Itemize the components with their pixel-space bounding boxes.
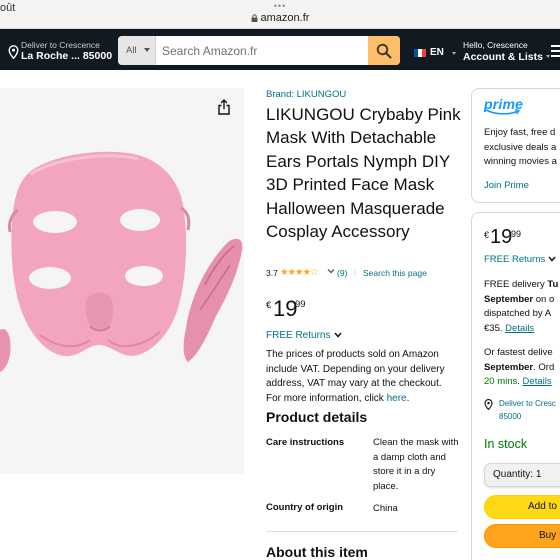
free-returns-label: FREE Returns [266, 330, 331, 341]
fastest-delivery-month: September [484, 361, 534, 373]
price-currency: € [484, 230, 490, 240]
search-category-label: All [126, 45, 137, 56]
prime-logo: prime [484, 96, 523, 116]
care-instructions-value: Clean the mask with a damp cloth and sto… [373, 437, 459, 493]
add-to-cart-button[interactable]: Add to [484, 495, 560, 519]
account-greeting: Hello, Crescence [463, 40, 528, 50]
url-text: amazon.fr [260, 12, 310, 24]
share-icon[interactable] [217, 99, 231, 115]
section-divider [266, 531, 458, 532]
price-fraction: 99 [511, 229, 522, 239]
location-pin-icon [8, 45, 19, 59]
delivery-date: Tu [547, 279, 559, 290]
rating-value: 3.7 [266, 268, 278, 278]
quantity-label: Quantity: [493, 469, 534, 480]
caret-down-icon [144, 48, 150, 52]
vat-end: . [406, 392, 410, 404]
account-menu[interactable]: Hello, Crescence Account & Lists [463, 40, 550, 63]
free-returns-link[interactable]: FREE Returns [266, 330, 343, 341]
vat-notice: The prices of products sold on Amazon in… [266, 348, 458, 406]
prime-description: Enjoy fast, free d exclusive deals a win… [484, 126, 560, 170]
free-returns-label: FREE Returns [484, 254, 546, 265]
delivery-info: FREE delivery Tu September on o dispatch… [484, 278, 560, 336]
rating-count-link[interactable]: (9) [337, 268, 347, 278]
search-this-page-link[interactable]: Search this page [363, 268, 427, 278]
chevron-down-icon [334, 332, 343, 338]
stock-status: In stock [484, 437, 528, 451]
deliver-to-address: La Roche ... 85000 [21, 50, 113, 62]
buybox-free-returns-link[interactable]: FREE Returns [484, 254, 556, 265]
caret-down-icon [545, 55, 550, 58]
price-whole: 19 [273, 296, 298, 321]
quantity-value: 1 [535, 469, 542, 480]
prime-line-2: exclusive deals a [484, 141, 557, 153]
search-bar: All [118, 36, 400, 65]
vat-here-link[interactable]: here [387, 393, 407, 404]
address-bar[interactable]: amazon.fr [0, 12, 560, 24]
order-within-countdown: 20 mins [484, 376, 518, 388]
search-button[interactable] [368, 36, 400, 65]
about-item-heading: About this item [266, 544, 368, 560]
join-prime-link[interactable]: Join Prime [484, 180, 529, 191]
chevron-down-icon[interactable] [327, 267, 335, 275]
product-title: LIKUNGOU Crybaby Pink Mask With Detachab… [266, 105, 461, 242]
tab-overview-icon[interactable]: ••• [0, 2, 560, 11]
vat-text: The prices of products sold on Amazon in… [266, 349, 445, 404]
account-lists-label: Account & Lists [463, 51, 543, 63]
fastest-delivery-info: Or fastest delive September. Ord 20 mins… [484, 346, 560, 390]
chevron-down-icon [548, 256, 556, 262]
fastest-delivery-text: . Ord [533, 361, 555, 373]
france-flag-icon [414, 49, 426, 57]
search-category-dropdown[interactable]: All [118, 36, 156, 65]
care-instructions-label: Care instructions [266, 437, 345, 448]
menu-icon[interactable] [551, 45, 560, 57]
quantity-dropdown[interactable]: Quantity: 1 [484, 463, 560, 487]
rating-separator: | [354, 267, 357, 277]
deliver-to-postcode: 85000 [499, 411, 522, 421]
delivery-text: FREE delivery [484, 279, 548, 290]
country-of-origin-label: Country of origin [266, 502, 344, 513]
prime-line-1: Enjoy fast, free d [484, 127, 556, 138]
search-input[interactable] [156, 36, 368, 65]
buy-now-button[interactable]: Buy I [484, 524, 560, 548]
delivery-month: September [484, 293, 534, 305]
brand-link[interactable]: Brand: LIKUNGOU [266, 89, 346, 100]
deliver-to-location[interactable]: Deliver to Crescence La Roche ... 85000 [8, 39, 114, 63]
lock-icon [251, 14, 258, 22]
product-image[interactable] [0, 150, 244, 410]
price-whole: 19 [490, 226, 513, 248]
product-details-heading: Product details [266, 409, 368, 425]
location-pin-icon [484, 399, 493, 410]
delivery-threshold: €35. [484, 322, 506, 334]
browser-toolbar: oût ••• amazon.fr [0, 0, 560, 29]
delivery-text: dispatched by A [484, 308, 552, 320]
caret-down-icon [452, 52, 456, 55]
deliver-to-name: Deliver to Cresc [499, 399, 556, 408]
delivery-details-link[interactable]: Details [505, 323, 534, 334]
deliver-to-label: Deliver to Crescence [21, 40, 100, 50]
prime-line-3: winning movies a [484, 156, 557, 168]
price-fraction: 99 [295, 299, 306, 310]
star-rating[interactable]: ★★★★☆ [280, 267, 319, 278]
price-currency: € [266, 300, 272, 311]
fastest-details-link[interactable]: Details [523, 376, 552, 387]
search-icon [376, 43, 392, 59]
delivery-text: on o [533, 293, 555, 305]
language-code: EN [430, 47, 444, 58]
fastest-delivery-text: Or fastest delive [484, 347, 553, 358]
country-of-origin-value: China [373, 503, 398, 514]
